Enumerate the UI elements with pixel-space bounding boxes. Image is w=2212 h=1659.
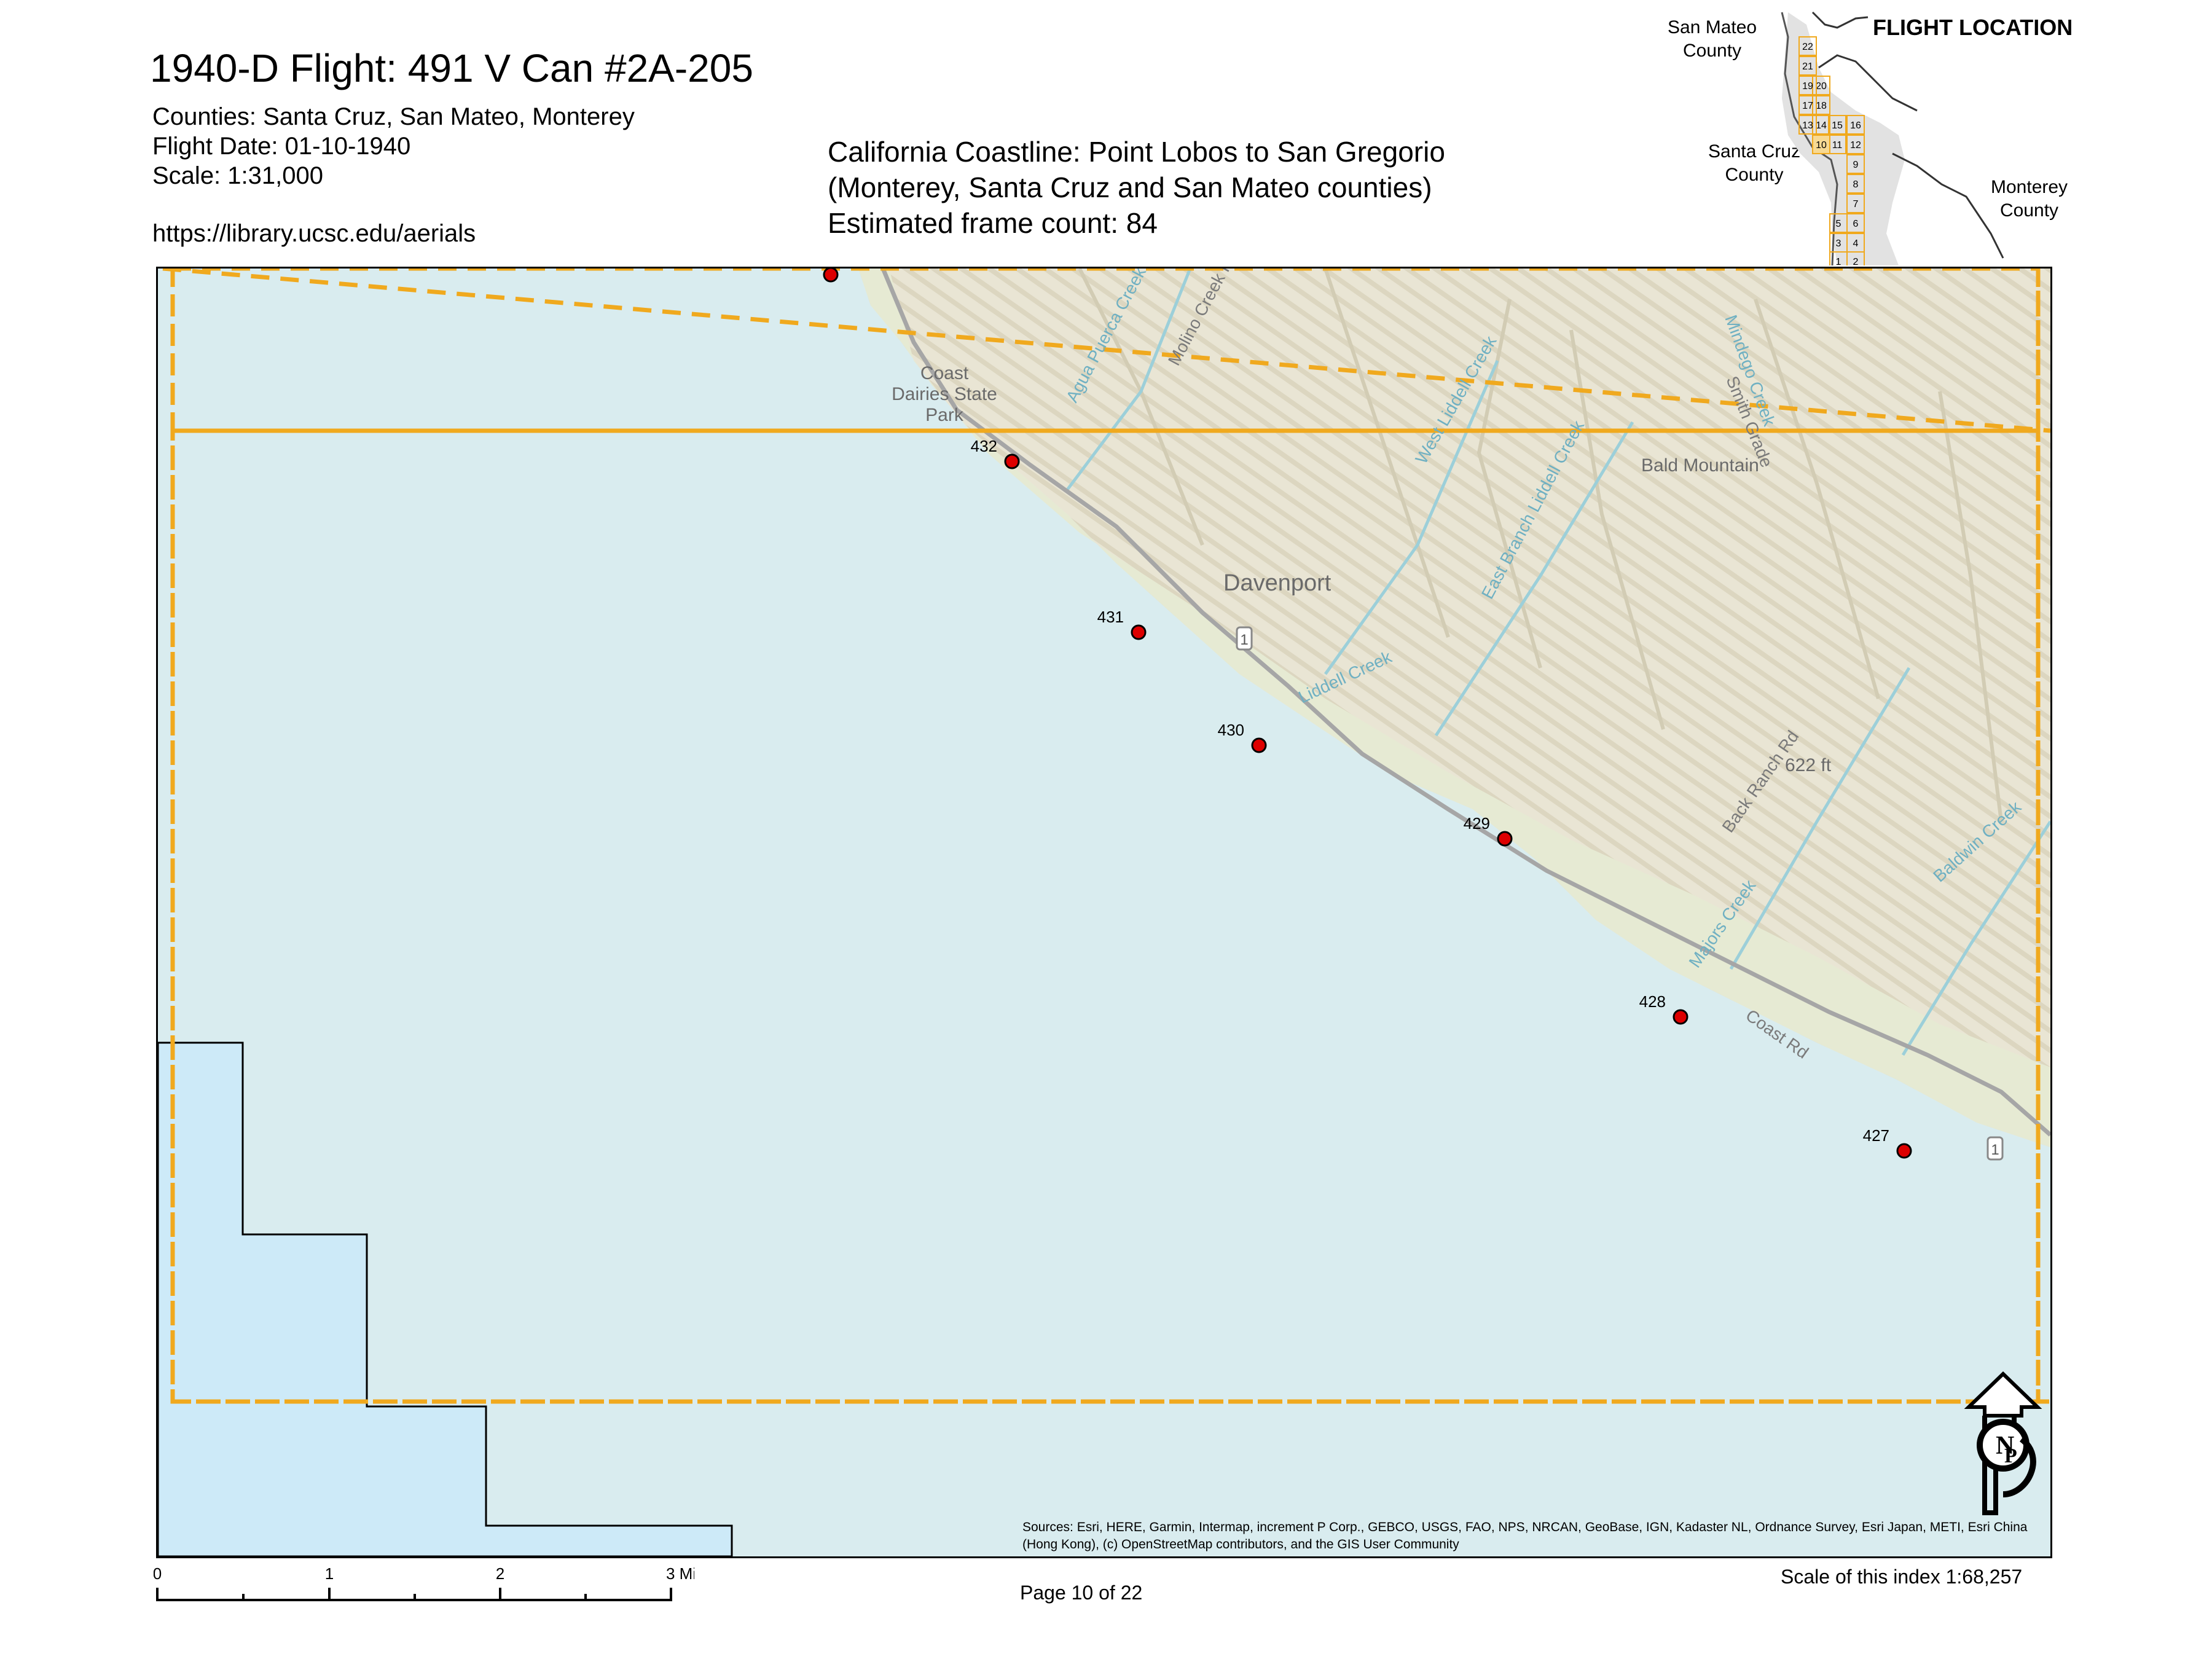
locator-page-label: 9 — [1853, 160, 1859, 170]
locator-page-label: 5 — [1836, 219, 1841, 229]
frame-point-427[interactable] — [1896, 1143, 1912, 1159]
description-line-2: (Monterey, Santa Cruz and San Mateo coun… — [828, 171, 1432, 203]
map-frame[interactable]: Coast Dairies State Park Davenport Bald … — [156, 267, 2052, 1558]
locator-county-line-3 — [1892, 152, 2004, 259]
scale-line: Scale: 1:31,000 — [152, 162, 323, 189]
highway-shield-1: 1 — [1236, 626, 1253, 651]
locator-page-label: 17 — [1802, 101, 1813, 111]
locator-page-label: 11 — [1832, 140, 1843, 151]
frame-point-429[interactable] — [1497, 831, 1513, 847]
shield-1-text: 1 — [1240, 632, 1248, 648]
label-coast-dairies-2: Dairies State — [892, 384, 997, 404]
label-davenport: Davenport — [1223, 570, 1332, 596]
scale-tick-0: 0 — [154, 1564, 162, 1583]
scale-bar: 0 1 2 3 Miles — [154, 1564, 694, 1601]
locator-page-label: 14 — [1816, 120, 1827, 131]
map-canvas: Coast Dairies State Park Davenport Bald … — [158, 269, 2050, 1556]
page-number: Page 10 of 22 — [1020, 1582, 1143, 1604]
locator-page-label: 18 — [1816, 101, 1827, 111]
flight-description: California Coastline: Point Lobos to San… — [828, 134, 1445, 241]
locator-land — [1782, 12, 1905, 265]
frame-point-432[interactable] — [1004, 453, 1020, 469]
frame-label-429: 429 — [1464, 814, 1490, 833]
frame-point-428[interactable] — [1673, 1009, 1688, 1025]
highway-shield-2: 1 — [1986, 1136, 2004, 1161]
locator-page-label: 16 — [1850, 120, 1861, 131]
frame-label-427: 427 — [1863, 1126, 1889, 1145]
locator-page-label: 15 — [1832, 120, 1843, 131]
locator-page-label: 4 — [1853, 238, 1859, 249]
description-line-1: California Coastline: Point Lobos to San… — [828, 136, 1445, 168]
locator-page-label: 20 — [1816, 81, 1827, 92]
description-line-3: Estimated frame count: 84 — [828, 207, 1158, 239]
locator-page-label: 6 — [1853, 219, 1859, 229]
locator-page-label: 7 — [1853, 199, 1859, 210]
locator-page-label: 2 — [1853, 257, 1859, 265]
counties-line: Counties: Santa Cruz, San Mateo, Montere… — [152, 103, 635, 130]
shield-2-text: 1 — [1991, 1142, 1999, 1158]
map-sources-credit: Sources: Esri, HERE, Garmin, Intermap, i… — [1022, 1520, 2028, 1551]
locator-page-label: 21 — [1802, 61, 1813, 72]
locator-county-line-1 — [1811, 11, 1869, 29]
locator-page-label: 22 — [1802, 42, 1813, 52]
flight-date-line: Flight Date: 01-10-1940 — [152, 133, 411, 160]
locator-page-label: 1 — [1836, 257, 1841, 265]
frame-point-430[interactable] — [1251, 737, 1267, 753]
map-title: 1940-D Flight: 491 V Can #2A-205 — [150, 46, 753, 90]
scale-tick-3: 3 Miles — [666, 1564, 694, 1583]
locator-inset-map: 22212019181716151413121110987654321 — [1781, 11, 2004, 265]
label-elevation: 622 ft — [1785, 755, 1832, 775]
scale-tick-2: 2 — [496, 1564, 504, 1583]
label-coast-dairies-1: Coast — [920, 363, 969, 383]
frame-point-433[interactable] — [823, 269, 839, 283]
north-arrow-icon: N P — [1964, 1371, 2042, 1515]
locator-page-label: 3 — [1836, 238, 1841, 249]
index-scale: Scale of this index 1:68,257 — [1781, 1566, 2023, 1588]
scale-tick-1: 1 — [325, 1564, 334, 1583]
frame-label-430: 430 — [1218, 721, 1244, 739]
library-url[interactable]: https://library.ucsc.edu/aerials — [152, 220, 476, 248]
svg-text:P: P — [2004, 1445, 2017, 1467]
frame-label-428: 428 — [1639, 992, 1666, 1011]
locator-page-label: 12 — [1850, 140, 1861, 151]
frame-label-432: 432 — [971, 437, 997, 455]
frame-label-431: 431 — [1097, 608, 1124, 626]
frame-point-431[interactable] — [1131, 624, 1147, 640]
label-bald-mountain: Bald Mountain — [1641, 455, 1759, 476]
locator-page-label: 19 — [1802, 81, 1813, 92]
offshore-boundary — [158, 1041, 733, 1556]
label-coast-dairies-3: Park — [925, 405, 964, 425]
locator-page-label: 13 — [1802, 120, 1813, 131]
locator-page-label: 10 — [1816, 140, 1827, 151]
locator-page-label: 8 — [1853, 179, 1859, 190]
